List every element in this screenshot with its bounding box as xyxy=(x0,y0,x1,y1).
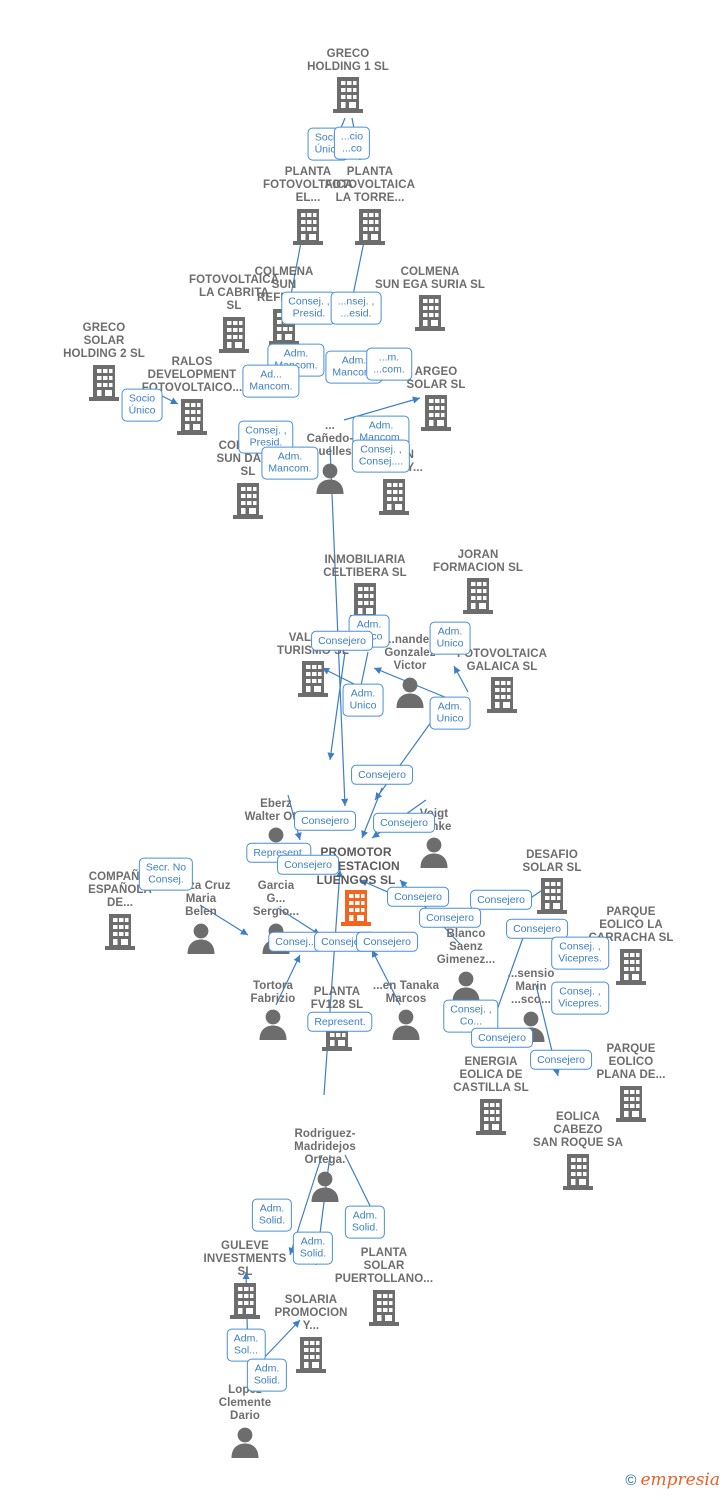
company-node-joran[interactable]: JORAN FORMACION SL xyxy=(418,549,538,616)
company-node-inmoCeltibera[interactable]: INMOBILIARIA CELTIBERA SL xyxy=(305,554,425,621)
watermark: © empresia xyxy=(625,1470,720,1490)
node-label: EOLICA CABEZO SAN ROQUE SA xyxy=(532,1111,624,1150)
person-icon xyxy=(185,1425,305,1459)
relation-chip[interactable]: Ad... Mancom. xyxy=(242,364,300,398)
relation-chip[interactable]: Secr. No Consej. xyxy=(138,857,194,891)
relation-chip[interactable]: ...cio ...co xyxy=(333,126,371,160)
relation-chip[interactable]: Consej. , Vicepres. xyxy=(551,936,609,970)
person-node-lopez[interactable]: Lopez Clemente Dario xyxy=(185,1384,305,1459)
relation-chip[interactable]: Consejero xyxy=(311,630,373,652)
building-icon xyxy=(288,75,408,115)
node-label: INMOBILIARIA CELTIBERA SL xyxy=(323,554,407,580)
relation-chip[interactable]: Consejero xyxy=(387,886,449,908)
relation-chip[interactable]: Consejero xyxy=(356,931,418,953)
relation-chip[interactable]: Consej. , Vicepres. xyxy=(551,981,609,1015)
person-node-rodriguez[interactable]: Rodriguez- Madridejos Ortega. xyxy=(265,1128,385,1203)
relation-chip[interactable]: Adm. Solid. xyxy=(251,1198,293,1232)
relation-chip[interactable]: Adm. Solid. xyxy=(246,1358,288,1392)
relation-chip[interactable]: Consejero xyxy=(373,812,435,834)
building-icon xyxy=(518,1152,638,1192)
company-node-plantaTorre[interactable]: PLANTA FOTOVOLTAICA LA TORRE... xyxy=(310,166,430,247)
relation-chip[interactable]: Consejero xyxy=(470,889,532,911)
relation-chip[interactable]: Adm. Unico xyxy=(342,683,384,717)
building-icon xyxy=(418,576,538,616)
relation-chip[interactable]: Represent. xyxy=(307,1011,373,1033)
relation-chip[interactable]: Consejero xyxy=(294,810,356,832)
relation-chip[interactable]: Consejero xyxy=(277,854,339,876)
person-icon xyxy=(265,1169,385,1203)
relation-chip[interactable]: ...m. ...com. xyxy=(366,347,412,381)
brand-label: empresia xyxy=(640,1470,720,1490)
node-label: FOTOVOLTAICA LA CABRITA SL xyxy=(189,274,279,313)
node-label: SOLARIA PROMOCION Y... xyxy=(274,1294,348,1333)
relation-chip[interactable]: Adm. Solid. xyxy=(292,1231,334,1265)
node-label: COLMENA SUN EGA SURIA SL xyxy=(374,266,485,292)
relation-chip[interactable]: Adm. Sol... xyxy=(226,1328,266,1362)
node-label: JORAN FORMACION SL xyxy=(433,549,523,575)
org-network-diagram: GRECO HOLDING 1 SL PLANTA FOTOVOLTAICA EL… xyxy=(0,0,728,1500)
node-label: GULEVE INVESTMENTS SL xyxy=(203,1240,287,1279)
relation-chip[interactable]: Adm. Mancom. xyxy=(261,446,319,480)
relation-chip[interactable]: Consejero xyxy=(351,764,413,786)
relation-chip[interactable]: Consejero xyxy=(471,1027,533,1049)
relation-chip[interactable]: Consej. , Consej.... xyxy=(351,439,411,473)
relation-chip[interactable]: Adm. Unico xyxy=(429,696,471,730)
relation-chip[interactable]: Consej. , Presid. xyxy=(281,291,337,325)
node-label: Lopez Clemente Dario xyxy=(218,1384,272,1423)
building-icon xyxy=(370,293,490,333)
relation-chip[interactable]: Adm. Unico xyxy=(429,621,471,655)
relation-chip[interactable]: Adm. Solid. xyxy=(344,1205,386,1239)
node-label: PLANTA FOTOVOLTAICA LA TORRE... xyxy=(325,166,415,205)
node-label: DESAFIO SOLAR SL xyxy=(522,849,582,875)
company-node-colmenaSunEga[interactable]: COLMENA SUN EGA SURIA SL xyxy=(370,266,490,333)
company-node-eolicaCabezo[interactable]: EOLICA CABEZO SAN ROQUE SA xyxy=(518,1111,638,1192)
node-label: Garcia G... Sergio... xyxy=(252,880,300,919)
node-label: Rodriguez- Madridejos Ortega. xyxy=(294,1128,356,1167)
copyright-icon: © xyxy=(625,1471,637,1489)
relation-chip[interactable]: Socio Único xyxy=(121,388,163,422)
company-node-greco1[interactable]: GRECO HOLDING 1 SL xyxy=(288,48,408,115)
node-label: GRECO HOLDING 1 SL xyxy=(307,48,389,74)
relation-chip[interactable]: Consejero xyxy=(419,907,481,929)
company-node-fotoCabrita[interactable]: FOTOVOLTAICA LA CABRITA SL xyxy=(174,274,294,355)
relation-chip[interactable]: Consejero xyxy=(530,1049,592,1071)
node-label: PLANTA SOLAR PUERTOLLANO... xyxy=(334,1247,434,1286)
relation-chip[interactable]: ...nsej. , ...esid. xyxy=(330,291,382,325)
building-icon xyxy=(310,207,430,247)
